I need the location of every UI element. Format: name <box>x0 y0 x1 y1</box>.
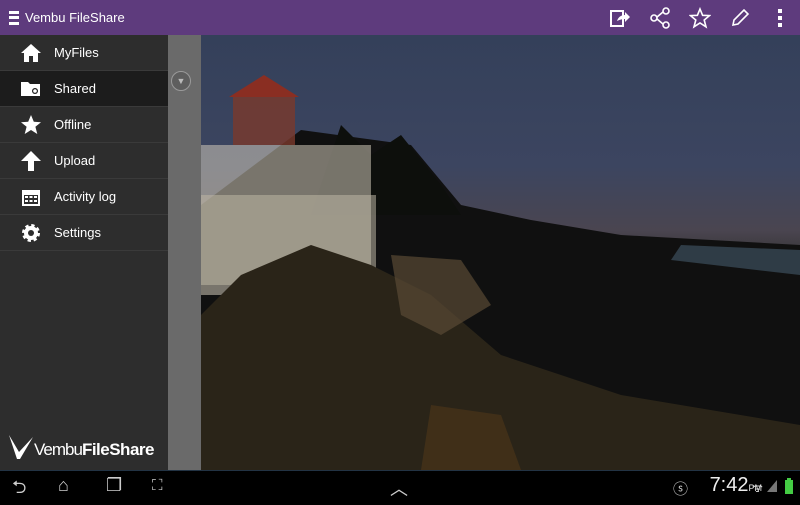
lighthouse-photo <box>201 35 800 470</box>
navigation-drawer: MyFiles Shared Offline Upload Activity l… <box>0 35 168 470</box>
back-button[interactable]: ⮌ <box>12 475 26 505</box>
status-notification-icon: ⓢ <box>673 481 689 498</box>
drawer-scrim-strip <box>168 35 201 470</box>
sidebar-item-upload[interactable]: Upload <box>0 143 168 179</box>
expand-chevron-button[interactable]: ▼ <box>171 71 191 91</box>
vembu-fileshare-logo: Vembu FileShare <box>8 434 154 460</box>
screenshot-icon[interactable]: ⛶ <box>152 477 163 494</box>
sidebar-item-label: MyFiles <box>54 45 99 60</box>
signal-icon <box>767 480 777 492</box>
pencil-icon <box>731 8 750 26</box>
sidebar-item-shared[interactable]: Shared <box>0 71 168 107</box>
shared-folder-icon <box>20 78 42 100</box>
edit-button[interactable] <box>720 0 760 35</box>
sidebar-item-activity-log[interactable]: Activity log <box>0 179 168 215</box>
home-button[interactable]: ⌂ <box>58 475 69 496</box>
sidebar-item-myfiles[interactable]: MyFiles <box>0 35 168 71</box>
favorite-button[interactable] <box>680 0 720 35</box>
arrow-up-icon <box>20 150 42 172</box>
export-button[interactable] <box>600 0 640 35</box>
recent-apps-button[interactable]: ❐ <box>106 475 122 496</box>
sidebar-item-label: Shared <box>54 81 96 96</box>
sidebar-item-offline[interactable]: Offline <box>0 107 168 143</box>
sidebar-item-label: Upload <box>54 153 96 168</box>
home-icon <box>20 42 42 64</box>
star-icon <box>20 114 42 136</box>
star-icon <box>689 6 711 29</box>
gear-icon <box>20 222 42 244</box>
drawer-menu-icon[interactable] <box>9 10 19 25</box>
overflow-menu-button[interactable] <box>760 0 800 35</box>
chevron-up-icon[interactable]: ︿ <box>390 475 408 501</box>
vembu-logo-icon <box>9 435 33 459</box>
export-icon <box>610 9 630 27</box>
share-icon <box>650 6 670 29</box>
sidebar-item-label: Settings <box>54 225 101 240</box>
calendar-icon <box>20 186 42 208</box>
app-title: Vembu FileShare <box>25 10 125 25</box>
battery-icon <box>785 478 793 494</box>
app-toolbar: Vembu FileShare <box>0 0 800 35</box>
share-button[interactable] <box>640 0 680 35</box>
overflow-menu-icon <box>778 8 782 27</box>
sidebar-item-label: Offline <box>54 117 92 132</box>
wifi-icon: ᯤ <box>752 481 763 495</box>
sidebar-item-settings[interactable]: Settings <box>0 215 168 251</box>
sidebar-item-label: Activity log <box>54 189 117 204</box>
system-navigation-bar: ⮌ ⌂ ❐ ⛶ ︿ ⓢ 7:42PM ᯤ <box>0 470 800 500</box>
